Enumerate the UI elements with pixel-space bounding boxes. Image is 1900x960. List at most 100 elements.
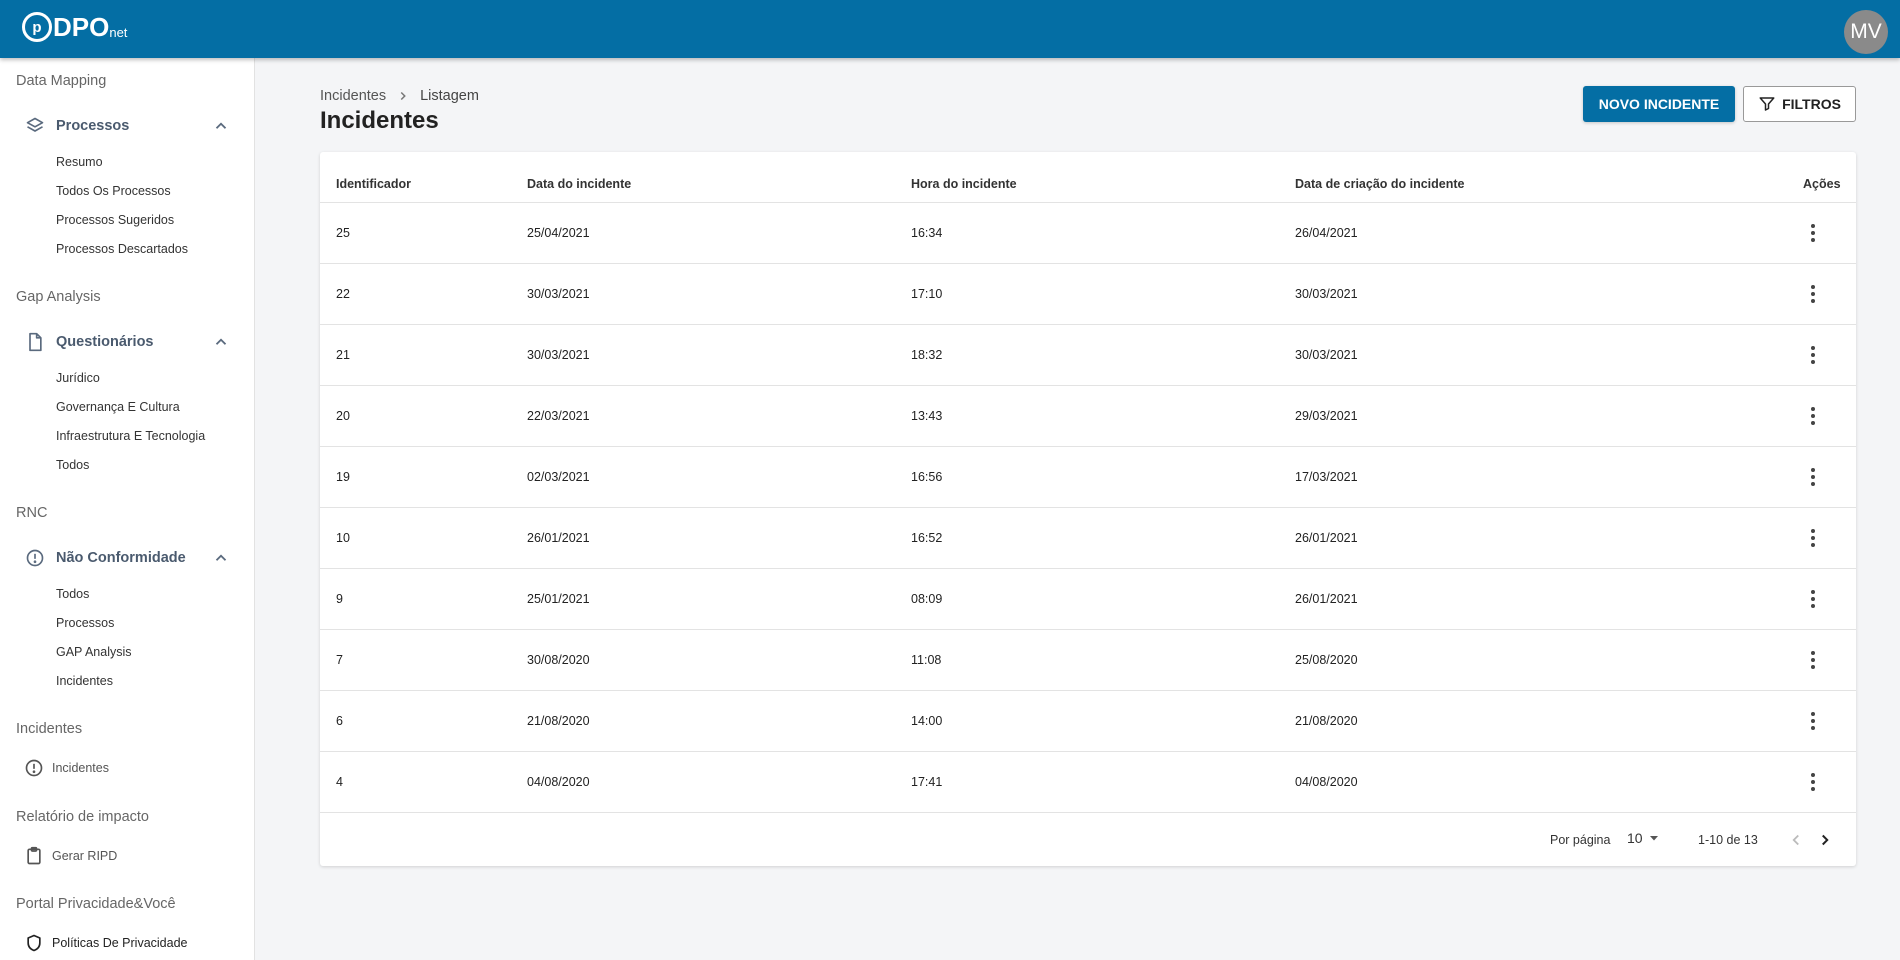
cell-data-incidente: 26/01/2021	[527, 531, 590, 545]
cell-data-criacao: 29/03/2021	[1295, 409, 1358, 423]
more-vert-icon[interactable]	[1806, 464, 1820, 490]
sidebar-item-processos-descartados[interactable]: Processos Descartados	[56, 242, 188, 256]
sidebar-item-rnc-processos[interactable]: Processos	[56, 616, 114, 630]
cell-identificador: 19	[336, 470, 350, 484]
sidebar-item-rnc-gap-analysis[interactable]: GAP Analysis	[56, 645, 132, 659]
sidebar-item-rnc-incidentes[interactable]: Incidentes	[56, 674, 113, 688]
section-title-rnc: RNC	[16, 505, 48, 521]
table-row[interactable]: 25 25/04/2021 16:34 26/04/2021	[320, 203, 1856, 264]
cell-data-criacao: 04/08/2020	[1295, 775, 1358, 789]
clipboard-icon	[24, 846, 44, 866]
section-title-portal: Portal Privacidade&Você	[16, 896, 176, 912]
cell-data-incidente: 30/08/2020	[527, 653, 590, 667]
new-incident-button[interactable]: NOVO INCIDENTE	[1583, 86, 1735, 122]
cell-identificador: 4	[336, 775, 343, 789]
table-row[interactable]: 6 21/08/2020 14:00 21/08/2020	[320, 691, 1856, 752]
sidebar-item-rnc-todos[interactable]: Todos	[56, 587, 89, 601]
table-row[interactable]: 10 26/01/2021 16:52 26/01/2021	[320, 508, 1856, 569]
cell-data-incidente: 02/03/2021	[527, 470, 590, 484]
pagination: Por página 10 1-10 de 13	[320, 820, 1856, 860]
more-vert-icon[interactable]	[1806, 403, 1820, 429]
document-icon	[24, 331, 46, 353]
table-row[interactable]: 20 22/03/2021 13:43 29/03/2021	[320, 386, 1856, 447]
user-avatar[interactable]: MV	[1844, 10, 1888, 54]
sidebar-item-todos-questionarios[interactable]: Todos	[56, 458, 89, 472]
filters-button[interactable]: FILTROS	[1743, 86, 1856, 122]
sidebar-item-processos-sugeridos[interactable]: Processos Sugeridos	[56, 213, 174, 227]
sidebar-group-nao-conformidade[interactable]: Não Conformidade	[24, 545, 230, 571]
sidebar-group-label: Processos	[56, 118, 130, 134]
more-vert-icon[interactable]	[1806, 220, 1820, 246]
chevron-up-icon[interactable]	[212, 117, 230, 135]
sidebar-item-governanca[interactable]: Governança E Cultura	[56, 400, 180, 414]
breadcrumb-current: Listagem	[420, 88, 479, 104]
alert-circle-icon	[24, 758, 44, 778]
more-vert-icon[interactable]	[1806, 769, 1820, 795]
table-row[interactable]: 7 30/08/2020 11:08 25/08/2020	[320, 630, 1856, 691]
sidebar-group-label: Não Conformidade	[56, 550, 186, 566]
cell-data-incidente: 22/03/2021	[527, 409, 590, 423]
column-header-acoes: Ações	[1803, 177, 1841, 191]
cell-identificador: 21	[336, 348, 350, 362]
more-vert-icon[interactable]	[1806, 586, 1820, 612]
section-title-data-mapping: Data Mapping	[16, 73, 107, 89]
sidebar-item-label: Incidentes	[52, 761, 109, 775]
cell-data-incidente: 21/08/2020	[527, 714, 590, 728]
sidebar-item-resumo[interactable]: Resumo	[56, 155, 103, 169]
cell-data-incidente: 25/04/2021	[527, 226, 590, 240]
sidebar-item-todos-os-processos[interactable]: Todos Os Processos	[56, 184, 171, 198]
chevron-up-icon[interactable]	[212, 333, 230, 351]
more-vert-icon[interactable]	[1806, 281, 1820, 307]
cell-hora-incidente: 17:10	[911, 287, 943, 301]
section-title-gap-analysis: Gap Analysis	[16, 289, 101, 305]
section-title-relatorio: Relatório de impacto	[16, 809, 149, 825]
per-page-select[interactable]: 10	[1627, 830, 1659, 846]
table-header: Identificador Data do incidente Hora do …	[320, 152, 1856, 203]
section-title-incidentes: Incidentes	[16, 721, 83, 737]
sidebar-item-politicas[interactable]: Políticas De Privacidade	[24, 932, 187, 954]
chevron-right-icon	[396, 89, 410, 103]
cell-data-criacao: 26/04/2021	[1295, 226, 1358, 240]
cell-data-incidente: 30/03/2021	[527, 287, 590, 301]
more-vert-icon[interactable]	[1806, 342, 1820, 368]
cell-data-criacao: 25/08/2020	[1295, 653, 1358, 667]
sidebar-item-gerar-ripd[interactable]: Gerar RIPD	[24, 845, 117, 867]
column-header-data-criacao[interactable]: Data de criação do incidente	[1295, 177, 1465, 191]
column-header-data-incidente[interactable]: Data do incidente	[527, 177, 631, 191]
cell-hora-incidente: 14:00	[911, 714, 943, 728]
column-header-hora-incidente[interactable]: Hora do incidente	[911, 177, 1017, 191]
table-row[interactable]: 4 04/08/2020 17:41 04/08/2020	[320, 752, 1856, 813]
app-logo[interactable]: p DPO net	[22, 10, 127, 44]
page-title: Incidentes	[320, 107, 439, 134]
more-vert-icon[interactable]	[1806, 525, 1820, 551]
breadcrumb-parent[interactable]: Incidentes	[320, 88, 386, 104]
cell-identificador: 22	[336, 287, 350, 301]
sidebar-item-juridico[interactable]: Jurídico	[56, 371, 100, 385]
sidebar-item-incidentes[interactable]: Incidentes	[24, 757, 109, 779]
sidebar-item-infraestrutura[interactable]: Infraestrutura E Tecnologia	[56, 429, 205, 443]
logo-text: DPO	[53, 12, 110, 42]
shield-icon	[24, 933, 44, 953]
sidebar-group-questionarios[interactable]: Questionários	[24, 329, 230, 355]
cell-data-criacao: 30/03/2021	[1295, 287, 1358, 301]
chevron-right-icon[interactable]	[1816, 831, 1834, 849]
table-row[interactable]: 21 30/03/2021 18:32 30/03/2021	[320, 325, 1856, 386]
sidebar-group-processos[interactable]: Processos	[24, 113, 230, 139]
chevron-up-icon[interactable]	[212, 549, 230, 567]
more-vert-icon[interactable]	[1806, 647, 1820, 673]
table-row[interactable]: 9 25/01/2021 08:09 26/01/2021	[320, 569, 1856, 630]
cell-identificador: 6	[336, 714, 343, 728]
cell-identificador: 25	[336, 226, 350, 240]
cell-data-incidente: 25/01/2021	[527, 592, 590, 606]
table-row[interactable]: 19 02/03/2021 16:56 17/03/2021	[320, 447, 1856, 508]
logo-sub: net	[109, 24, 128, 40]
cell-data-criacao: 21/08/2020	[1295, 714, 1358, 728]
cell-data-incidente: 30/03/2021	[527, 348, 590, 362]
cell-data-criacao: 26/01/2021	[1295, 531, 1358, 545]
logo-mark: p	[22, 12, 52, 42]
more-vert-icon[interactable]	[1806, 708, 1820, 734]
table-row[interactable]: 22 30/03/2021 17:10 30/03/2021	[320, 264, 1856, 325]
sidebar: Data Mapping Processos Resumo Todos Os P…	[0, 58, 255, 960]
chevron-left-icon[interactable]	[1787, 831, 1805, 849]
column-header-identificador[interactable]: Identificador	[336, 177, 411, 191]
